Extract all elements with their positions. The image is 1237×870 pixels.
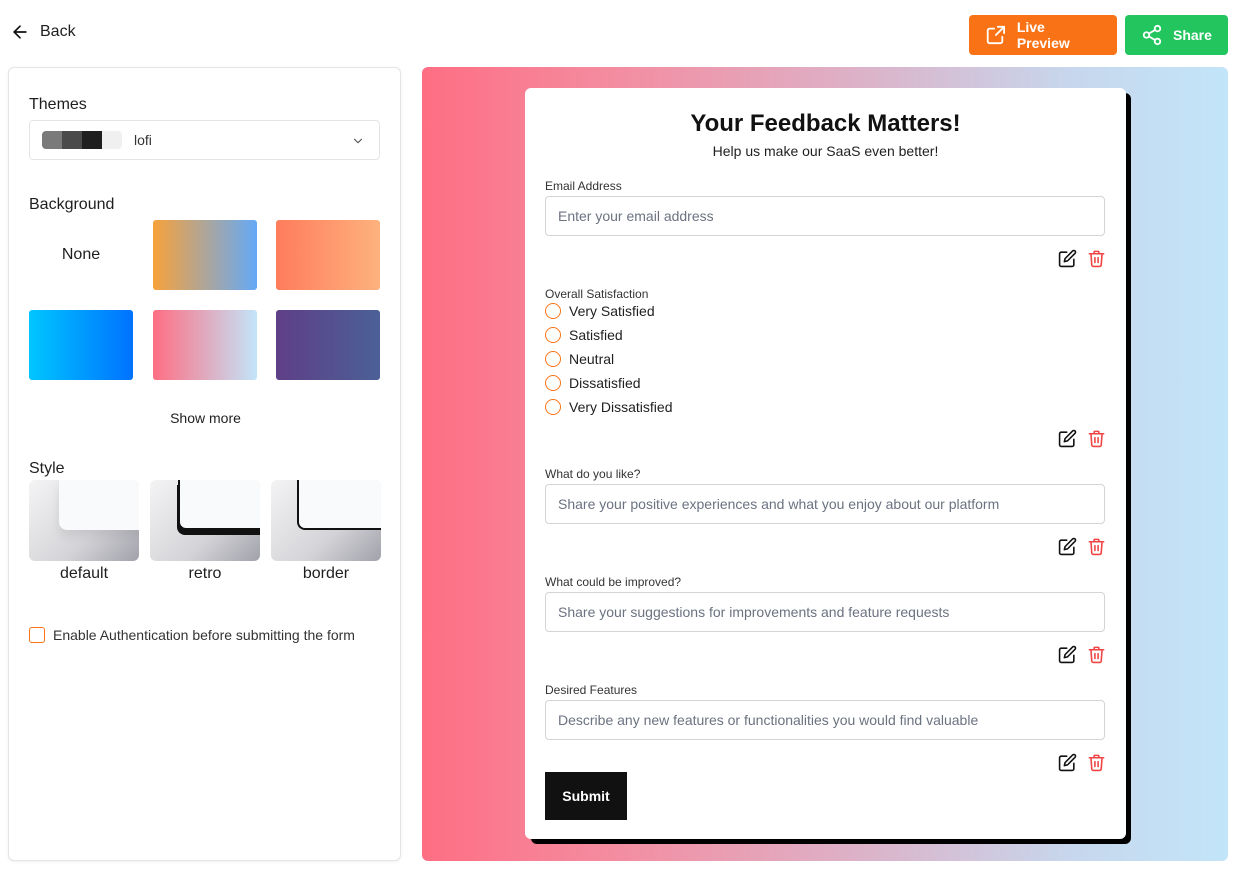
live-preview-label: Live Preview	[1016, 19, 1070, 51]
arrow-left-icon	[13, 25, 27, 39]
radio-button[interactable]	[545, 327, 561, 343]
radio-neutral[interactable]: Neutral	[545, 351, 614, 367]
radio-button[interactable]	[545, 303, 561, 319]
features-actions	[1058, 751, 1106, 773]
background-none-option[interactable]: None	[29, 220, 133, 290]
share-button[interactable]: Share	[1125, 15, 1228, 55]
email-actions	[1058, 247, 1106, 269]
edit-icon[interactable]	[1058, 537, 1077, 556]
theme-swatches	[42, 131, 122, 149]
form-subtitle: Help us make our SaaS even better!	[712, 143, 939, 159]
style-label-default: default	[59, 565, 109, 582]
trash-icon[interactable]	[1087, 753, 1106, 772]
improve-actions	[1058, 643, 1106, 665]
show-more-button[interactable]: Show more	[9, 410, 402, 426]
trash-icon[interactable]	[1087, 249, 1106, 268]
likes-actions	[1058, 535, 1106, 557]
edit-icon[interactable]	[1058, 753, 1077, 772]
share-label: Share	[1173, 27, 1212, 43]
radio-label: Very Satisfied	[569, 303, 655, 319]
back-label: Back	[40, 23, 76, 40]
back-button[interactable]: Back	[10, 22, 76, 42]
chevron-down-icon	[353, 138, 363, 144]
submit-button[interactable]: Submit	[545, 772, 627, 820]
features-field[interactable]: Describe any new features or functionali…	[545, 700, 1105, 740]
satisfaction-label: Overall Satisfaction	[545, 287, 649, 301]
settings-panel: Themes lofi Background None Show more St…	[8, 67, 401, 861]
style-option-retro[interactable]	[150, 480, 260, 561]
background-option-pink-sky[interactable]	[153, 310, 257, 380]
background-heading: Background	[29, 196, 115, 213]
edit-icon[interactable]	[1058, 429, 1077, 448]
style-option-border[interactable]	[271, 480, 381, 561]
radio-label: Dissatisfied	[569, 375, 641, 391]
radio-button[interactable]	[545, 399, 561, 415]
style-label-retro: retro	[188, 565, 222, 582]
share-icon	[1142, 24, 1162, 46]
style-option-default[interactable]	[29, 480, 139, 561]
likes-field[interactable]: Share your positive experiences and what…	[545, 484, 1105, 524]
themes-heading: Themes	[29, 96, 87, 113]
background-option-blue[interactable]	[29, 310, 133, 380]
background-none-label: None	[61, 246, 101, 263]
form-preview: Your Feedback Matters! Help us make our …	[422, 67, 1228, 861]
auth-label: Enable Authentication before submitting …	[53, 627, 355, 643]
radio-label: Satisfied	[569, 327, 623, 343]
background-option-purple[interactable]	[276, 310, 380, 380]
theme-select[interactable]: lofi	[29, 120, 380, 160]
radio-label: Very Dissatisfied	[569, 399, 673, 415]
auth-checkbox-row[interactable]: Enable Authentication before submitting …	[29, 627, 355, 643]
email-field[interactable]: Enter your email address	[545, 196, 1105, 236]
form-card: Your Feedback Matters! Help us make our …	[525, 88, 1126, 839]
live-preview-button[interactable]: Live Preview	[969, 15, 1117, 55]
external-link-icon	[986, 25, 1006, 45]
background-option-orange-blue[interactable]	[153, 220, 257, 290]
theme-name: lofi	[134, 132, 152, 148]
trash-icon[interactable]	[1087, 645, 1106, 664]
features-label: Desired Features	[545, 683, 638, 697]
likes-label: What do you like?	[545, 467, 641, 481]
improve-label: What could be improved?	[545, 575, 682, 589]
trash-icon[interactable]	[1087, 537, 1106, 556]
radio-label: Neutral	[569, 351, 615, 367]
radio-very-satisfied[interactable]: Very Satisfied	[545, 303, 655, 319]
radio-button[interactable]	[545, 351, 561, 367]
auth-checkbox[interactable]	[29, 627, 45, 643]
trash-icon[interactable]	[1087, 429, 1106, 448]
edit-icon[interactable]	[1058, 645, 1077, 664]
form-title: Your Feedback Matters!	[690, 110, 961, 137]
email-label: Email Address	[545, 179, 622, 193]
radio-button[interactable]	[545, 375, 561, 391]
radio-dissatisfied[interactable]: Dissatisfied	[545, 375, 641, 391]
improve-field[interactable]: Share your suggestions for improvements …	[545, 592, 1105, 632]
style-heading: Style	[29, 460, 65, 477]
radio-very-dissatisfied[interactable]: Very Dissatisfied	[545, 399, 672, 415]
edit-icon[interactable]	[1058, 249, 1077, 268]
radio-satisfied[interactable]: Satisfied	[545, 327, 623, 343]
satisfaction-actions	[1058, 427, 1106, 449]
background-option-peach[interactable]	[276, 220, 380, 290]
style-label-border: border	[302, 565, 350, 582]
